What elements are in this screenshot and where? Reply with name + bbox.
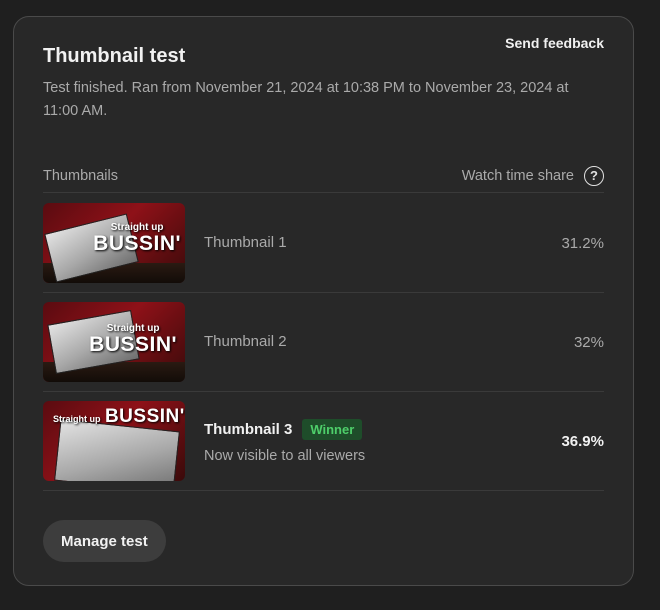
help-icon[interactable]: ? (584, 165, 604, 186)
thumbnail-name-column: Thumbnail 1 (204, 234, 561, 252)
thumbnail-text-big: BUSSIN' (93, 232, 181, 255)
manage-test-button[interactable]: Manage test (43, 520, 166, 562)
table-row: Straight up BUSSIN' Thumbnail 2 32% (43, 293, 604, 392)
thumbnail-text-small: Straight up (53, 414, 101, 424)
watch-time-header: Watch time share ? (461, 165, 604, 186)
laptop-image (54, 418, 180, 481)
thumbnail-name: Thumbnail 2 (204, 333, 287, 350)
send-feedback-button[interactable]: Send feedback (505, 35, 604, 51)
card-title: Thumbnail test (43, 45, 186, 67)
table-header: Thumbnails Watch time share ? (43, 159, 604, 193)
thumbnail-name-column: Thumbnail 2 (204, 333, 574, 351)
thumbnail-name: Thumbnail 1 (204, 234, 287, 251)
thumbnails-column-header: Thumbnails (43, 167, 118, 184)
watch-time-share-value: 36.9% (561, 432, 604, 450)
thumbnail-1-image: Straight up BUSSIN' (43, 203, 185, 283)
thumbnail-test-card: Thumbnail test Send feedback Test finish… (13, 16, 634, 586)
thumbnail-overlay-text: Straight up BUSSIN' (89, 324, 177, 356)
test-description: Test finished. Ran from November 21, 202… (43, 80, 569, 119)
winner-subtitle: Now visible to all viewers (204, 447, 366, 464)
watch-time-share-column-header: Watch time share (461, 167, 574, 184)
watch-time-share-value: 31.2% (561, 234, 604, 252)
table-row-winner: Straight up BUSSIN' Thumbnail 3 Winner N… (43, 392, 604, 491)
thumbnail-2-image: Straight up BUSSIN' (43, 302, 185, 382)
thumbnail-overlay-text: Straight up BUSSIN' (93, 223, 181, 255)
table-row: Straight up BUSSIN' Thumbnail 1 31.2% (43, 194, 604, 293)
thumbnail-name: Thumbnail 3 (204, 420, 293, 438)
thumbnail-3-image: Straight up BUSSIN' (43, 401, 185, 481)
winner-badge: Winner (302, 418, 363, 440)
thumbnail-list: Straight up BUSSIN' Thumbnail 1 31.2% St… (43, 194, 604, 491)
thumbnail-text-big: BUSSIN' (104, 406, 185, 427)
thumbnail-text-big: BUSSIN' (89, 333, 177, 356)
thumbnail-name-column: Thumbnail 3 Winner Now visible to all vi… (204, 418, 561, 464)
thumbnail-name-line: Thumbnail 3 Winner (204, 418, 561, 440)
thumbnail-overlay-text: Straight up BUSSIN' (53, 407, 185, 426)
watch-time-share-value: 32% (573, 333, 604, 351)
